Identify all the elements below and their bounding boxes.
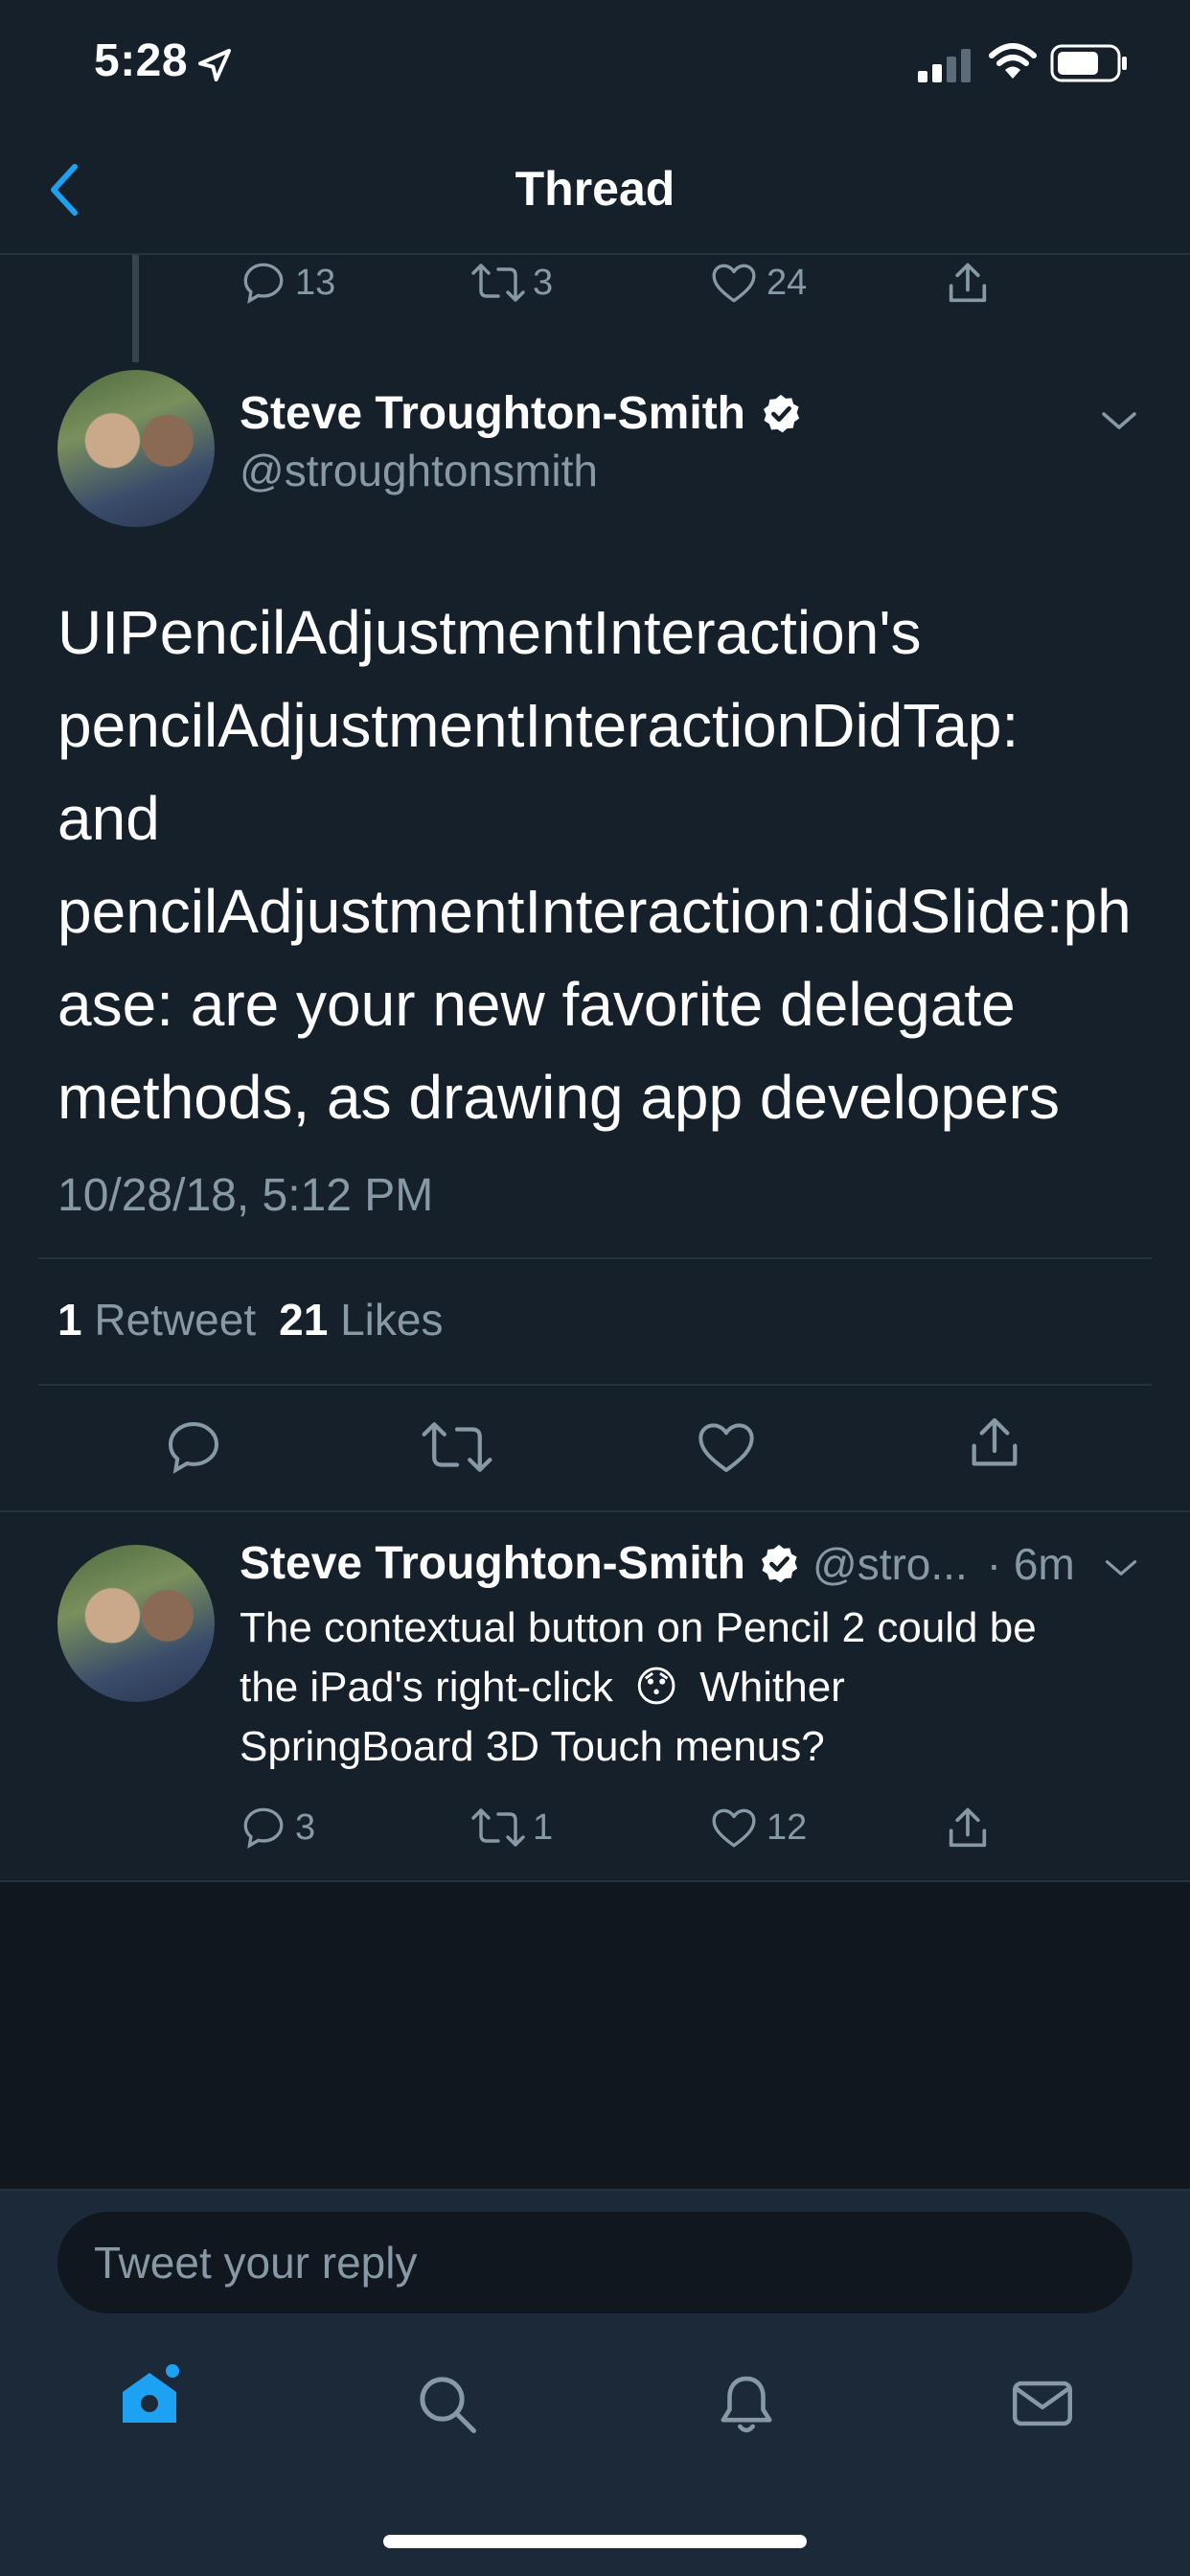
share-icon xyxy=(949,263,987,303)
retweet-action[interactable]: 3 xyxy=(471,259,553,307)
reply-line-part: Whither xyxy=(699,1664,845,1711)
share-icon xyxy=(949,1807,987,1848)
like-action[interactable]: 24 xyxy=(709,259,807,307)
retweet-count: 3 xyxy=(533,262,554,303)
mail-icon[interactable] xyxy=(1010,2375,1075,2432)
reply-icon[interactable] xyxy=(163,1416,224,1478)
retweet-action[interactable]: 1 xyxy=(471,1804,553,1852)
reply-icon xyxy=(243,263,284,304)
like-count: 12 xyxy=(767,1806,808,1848)
verified-badge-icon xyxy=(763,394,800,432)
retweet-count: 1 xyxy=(57,1295,82,1345)
tweet-line: pencilAdjustmentInteraction:didSlide:ph xyxy=(57,877,1132,946)
tweet-line: pencilAdjustmentInteractionDidTap: xyxy=(57,691,1019,760)
wifi-icon xyxy=(989,43,1037,79)
status-time: 5:28 xyxy=(94,35,189,86)
author-name: Steve Troughton-Smith xyxy=(240,388,745,439)
empty-area xyxy=(0,1882,1190,2189)
heart-icon xyxy=(712,264,756,303)
tweet-timestamp: 10/28/18, 5:12 PM xyxy=(57,1170,434,1221)
heart-icon[interactable] xyxy=(696,1416,757,1478)
avatar[interactable] xyxy=(57,1545,215,1702)
like-stat[interactable]: 21 Likes xyxy=(279,1294,443,1346)
reply-line: SpringBoard 3D Touch menus? xyxy=(240,1723,825,1770)
signal-icon xyxy=(918,49,971,82)
share-icon[interactable] xyxy=(964,1413,1025,1474)
retweet-stat[interactable]: 1 Retweet xyxy=(57,1294,256,1346)
retweet-icon xyxy=(471,264,525,302)
page-title: Thread xyxy=(515,162,675,216)
search-icon[interactable] xyxy=(416,2373,479,2436)
author-handle[interactable]: @stroughtonsmith xyxy=(240,445,598,496)
reply-count: 13 xyxy=(295,262,336,303)
tweet-text: UIPencilAdjustmentInteraction's pencilAd… xyxy=(57,586,1150,1144)
tweet-line: ase: are your new favorite delegate xyxy=(57,970,1016,1039)
share-action[interactable] xyxy=(943,259,993,309)
reply-action[interactable]: 3 xyxy=(240,1804,315,1852)
share-action[interactable] xyxy=(943,1804,993,1853)
like-count: 24 xyxy=(767,262,808,303)
home-icon[interactable] xyxy=(115,2361,184,2430)
chevron-down-icon[interactable] xyxy=(1098,406,1140,435)
home-indicator[interactable] xyxy=(383,2535,807,2548)
battery-icon xyxy=(1050,44,1127,82)
emoji: 😯 xyxy=(634,1664,678,1711)
reply-header[interactable]: Steve Troughton-Smith @stro... · 6m xyxy=(240,1537,1075,1590)
thread-connector xyxy=(132,255,139,362)
reply-text: The contextual button on Pencil 2 could … xyxy=(240,1598,1159,1777)
tweet-line: and xyxy=(57,784,160,853)
chevron-down-icon[interactable] xyxy=(1102,1554,1140,1581)
engagement-stats: 1 Retweet 21 Likes xyxy=(57,1294,443,1346)
like-label: Likes xyxy=(340,1295,444,1345)
author-name: Steve Troughton-Smith xyxy=(240,1538,745,1589)
reply-input[interactable]: Tweet your reply xyxy=(57,2212,1133,2313)
retweet-icon xyxy=(471,1808,525,1847)
bell-icon[interactable] xyxy=(715,2371,778,2438)
heart-icon xyxy=(712,1808,756,1848)
avatar[interactable] xyxy=(57,370,215,527)
retweet-label: Retweet xyxy=(94,1295,257,1345)
reply-line-part: the iPad's right-click xyxy=(240,1664,613,1711)
reply-count: 3 xyxy=(295,1806,316,1848)
reply-icon xyxy=(243,1807,284,1849)
tweet-time: · 6m xyxy=(986,1538,1075,1589)
reply-line: the iPad's right-click 😯 Whither xyxy=(240,1658,1159,1717)
retweet-icon[interactable] xyxy=(422,1416,492,1478)
reply-line: The contextual button on Pencil 2 could … xyxy=(240,1604,1037,1651)
like-action[interactable]: 12 xyxy=(709,1804,807,1852)
location-arrow-icon xyxy=(198,49,231,81)
retweet-count: 1 xyxy=(533,1806,554,1848)
author-handle: @stro... xyxy=(812,1538,968,1589)
verified-badge-icon xyxy=(761,1544,798,1582)
reply-action[interactable]: 13 xyxy=(240,259,335,307)
like-count: 21 xyxy=(279,1295,329,1345)
tweet-line: UIPencilAdjustmentInteraction's xyxy=(57,598,922,667)
tweet-line: methods, as drawing app developers xyxy=(57,1063,1060,1132)
author-name-row[interactable]: Steve Troughton-Smith xyxy=(240,387,803,440)
